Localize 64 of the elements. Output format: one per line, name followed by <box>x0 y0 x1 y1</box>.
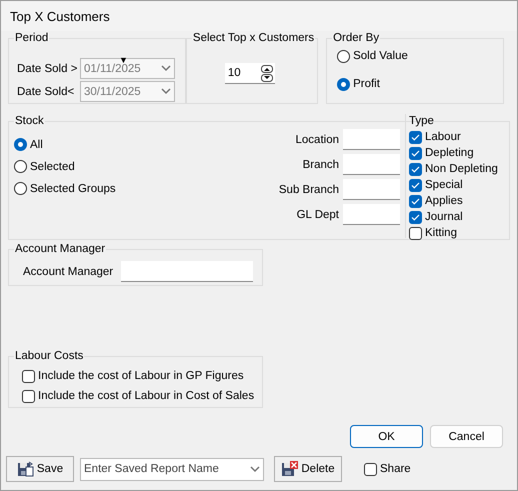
disk-cross-icon <box>281 461 298 477</box>
radio-option[interactable]: Sold Value <box>337 48 503 64</box>
checkbox-icon[interactable] <box>409 210 422 224</box>
spin-arrows-icon[interactable] <box>260 64 273 82</box>
group-title: Period <box>14 31 50 45</box>
field-label: Sub Branch <box>278 184 339 196</box>
chevron-down-icon[interactable] <box>250 466 260 472</box>
checkbox-icon[interactable] <box>409 130 422 144</box>
radio-option[interactable]: All <box>14 136 259 153</box>
group-title: Account Manager <box>14 242 106 256</box>
checkbox-icon[interactable] <box>409 146 422 160</box>
checkbox-icon[interactable] <box>22 370 35 382</box>
field-label: Branch <box>302 158 339 170</box>
radio-option[interactable]: Selected Groups <box>14 180 259 197</box>
checkbox-icon[interactable] <box>409 226 422 240</box>
field-label: Location <box>294 134 339 146</box>
radio-icon[interactable] <box>337 50 350 62</box>
checkbox-icon[interactable] <box>364 462 377 476</box>
field-value: 30/11/2025 <box>84 86 141 98</box>
checkbox-icon[interactable] <box>409 162 422 176</box>
save-button[interactable]: Save <box>6 456 74 482</box>
disk-icon <box>16 461 34 477</box>
text-field[interactable] <box>343 204 400 225</box>
radio-icon[interactable] <box>337 78 350 90</box>
radio-option[interactable]: Selected <box>14 158 259 175</box>
field-value: 01/11/2025 <box>84 62 141 74</box>
dropdown-marker: ▼ <box>119 55 128 65</box>
spin-field[interactable]: 10 <box>224 63 275 84</box>
checkbox-option[interactable]: Non Depleting <box>409 161 509 177</box>
group-title: Select Top x Customers <box>192 31 316 45</box>
dialog-button[interactable]: OK <box>350 425 423 448</box>
checkbox-option[interactable]: Share <box>364 461 411 477</box>
group-title: Order By <box>332 31 380 45</box>
group-title: Labour Costs <box>14 349 84 363</box>
checkbox-option[interactable]: Kitting <box>409 225 509 241</box>
checkbox-icon[interactable] <box>22 390 35 402</box>
field-label: Date Sold< <box>17 86 76 98</box>
checkbox-option[interactable]: Journal <box>409 209 509 225</box>
radio-option[interactable]: Profit <box>337 76 503 92</box>
checkbox-icon[interactable] <box>409 194 422 208</box>
field-label: Date Sold > <box>17 62 78 74</box>
dialog-button[interactable]: Cancel <box>430 425 503 448</box>
checkbox-option[interactable]: Special <box>409 177 509 193</box>
window-title: Top X Customers <box>10 8 110 24</box>
radio-icon[interactable] <box>14 138 27 151</box>
delete-button[interactable]: Delete <box>274 456 342 482</box>
radio-icon[interactable] <box>14 160 27 173</box>
checkbox-option[interactable]: Applies <box>409 193 509 209</box>
field-value: 10 <box>228 67 242 79</box>
field-label: GL Dept <box>296 208 339 220</box>
text-field[interactable] <box>121 261 254 282</box>
checkbox-option[interactable]: Depleting <box>409 145 509 161</box>
text-field[interactable] <box>343 179 400 200</box>
group-title: Stock <box>14 114 45 128</box>
field-label: Account Manager <box>23 266 114 278</box>
report-name-combo[interactable]: Enter Saved Report Name <box>80 458 264 480</box>
checkbox-option[interactable]: Labour <box>409 129 509 145</box>
checkbox-option[interactable]: Include the cost of Labour in GP Figures <box>22 368 262 384</box>
text-field[interactable] <box>343 129 400 150</box>
group-title: Type <box>409 114 435 128</box>
radio-icon[interactable] <box>14 182 27 195</box>
checkbox-icon[interactable] <box>409 178 422 192</box>
text-field[interactable] <box>343 154 400 175</box>
checkbox-option[interactable]: Include the cost of Labour in Cost of Sales <box>22 388 262 404</box>
